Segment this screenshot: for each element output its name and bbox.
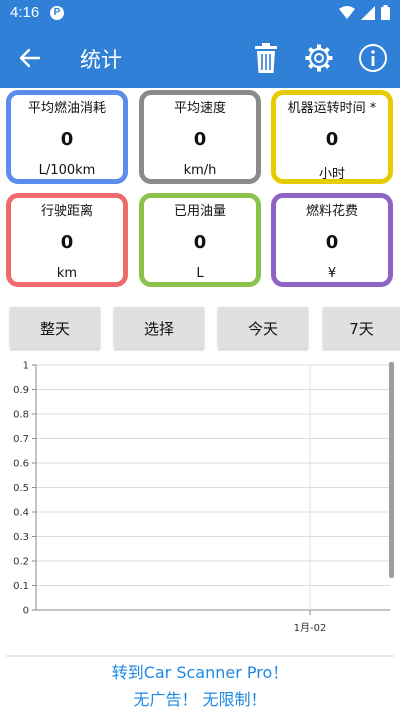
scrollbar[interactable] <box>389 362 394 578</box>
page-title: 统计 <box>80 48 122 72</box>
signal-icon <box>361 5 375 20</box>
period-button-all-day[interactable]: 整天 <box>10 307 100 349</box>
back-button[interactable] <box>12 40 48 76</box>
status-icons <box>339 5 390 20</box>
stat-unit: 小时 <box>318 167 345 182</box>
stat-label: 平均速度 <box>173 101 226 116</box>
stat-card-avg-fuel: 平均燃油消耗 0 L/100km <box>6 90 128 184</box>
settings-button[interactable] <box>301 40 337 76</box>
stat-value: 0 <box>193 232 207 253</box>
trash-icon <box>255 43 277 73</box>
chart-y-tick-label: 0.9 <box>13 385 29 396</box>
divider <box>6 655 394 657</box>
chart-y-tick-label: 0.1 <box>13 581 29 592</box>
stat-card-fuel-cost: 燃料花费 0 ¥ <box>271 193 393 287</box>
stat-unit: km <box>56 266 78 281</box>
info-icon <box>359 44 387 72</box>
delete-button[interactable] <box>248 40 284 76</box>
chart-x-tick-label: 1月-02 <box>294 622 327 634</box>
chart-y-tick-label: 0.7 <box>13 434 29 445</box>
stat-value: 0 <box>60 129 74 150</box>
stat-value: 0 <box>325 232 339 253</box>
stat-label: 已用油量 <box>173 204 226 219</box>
back-arrow-icon <box>19 48 41 68</box>
stat-value: 0 <box>325 129 339 150</box>
chart-y-tick-label: 0 <box>23 606 29 617</box>
status-time: 4:16 <box>10 4 40 21</box>
period-button-7-days[interactable]: 7天 <box>323 307 400 349</box>
stat-unit: ¥ <box>327 266 337 281</box>
stat-card-avg-speed: 平均速度 0 km/h <box>139 90 261 184</box>
status-bar: 4:16 P <box>0 0 400 26</box>
stat-label: 行驶距离 <box>40 204 93 219</box>
stat-label: 燃料花费 <box>305 204 358 219</box>
promo-banner-subtitle[interactable]: 无广告！ 无限制！ <box>0 686 400 710</box>
stat-label: 机器运转时间 * <box>287 101 377 116</box>
info-button[interactable] <box>355 40 391 76</box>
stat-value: 0 <box>60 232 74 253</box>
notification-p-icon: P <box>50 6 64 20</box>
app-bar: 统计 <box>0 26 400 88</box>
stats-chart: 0 0.1 0.2 0.3 0.4 0.5 0.6 0.7 0.8 0.9 1 1月-02 <box>13 361 390 634</box>
stat-unit: km/h <box>183 163 217 178</box>
chart-y-tick-label: 0.3 <box>13 532 29 543</box>
stat-card-fuel-used: 已用油量 0 L <box>139 193 261 287</box>
stat-unit: L <box>196 266 204 281</box>
stat-label: 平均燃油消耗 <box>27 101 106 116</box>
battery-icon <box>381 5 390 20</box>
period-button-select[interactable]: 选择 <box>114 307 204 349</box>
chart-y-tick-label: 1 <box>23 361 29 372</box>
gear-icon <box>305 44 333 72</box>
stat-value: 0 <box>193 129 207 150</box>
stat-card-engine-hours: 机器运转时间 * 0 小时 <box>271 90 393 184</box>
wifi-icon <box>339 5 355 19</box>
chart-y-tick-label: 0.8 <box>13 410 29 421</box>
promo-banner-title[interactable]: 转到Car Scanner Pro！ <box>0 659 400 683</box>
stat-card-distance: 行驶距离 0 km <box>6 193 128 287</box>
chart-y-tick-label: 0.5 <box>13 483 29 494</box>
chart-y-tick-label: 0.2 <box>13 557 29 568</box>
stat-unit: L/100km <box>38 163 96 178</box>
period-button-today[interactable]: 今天 <box>218 307 308 349</box>
chart-y-tick-label: 0.4 <box>13 508 29 519</box>
chart-y-tick-label: 0.6 <box>13 459 29 470</box>
